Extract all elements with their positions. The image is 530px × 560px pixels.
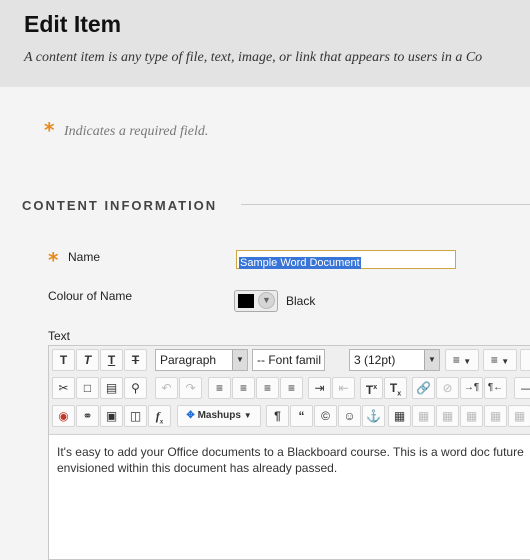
table-merge-icon[interactable]: ▦ [484, 405, 507, 427]
subscript-icon[interactable]: Tx [384, 377, 407, 399]
copyright-icon[interactable]: © [314, 405, 337, 427]
mashups-icon: ✥ [186, 410, 195, 421]
bold-button[interactable]: T [52, 349, 75, 371]
paragraph-select-value: Paragraph [160, 353, 217, 367]
align-left-icon[interactable]: ≡ [208, 377, 231, 399]
media-icon[interactable]: ◫ [124, 405, 147, 427]
underline-button[interactable]: T [100, 349, 123, 371]
section-title: CONTENT INFORMATION [22, 198, 218, 213]
text-editor[interactable]: T T T T Paragraph ▼ -- Font famil 3 (12p… [48, 345, 530, 560]
table-column-icon[interactable]: ▦ [436, 405, 459, 427]
paragraph-select[interactable]: Paragraph ▼ [155, 349, 248, 371]
outdent-icon[interactable]: ⇤ [332, 377, 355, 399]
required-note: * Indicates a required field. [44, 118, 208, 142]
attach-file-icon[interactable]: ⚭ [76, 405, 99, 427]
page-title: Edit Item [24, 11, 122, 37]
record-icon[interactable]: ◉ [52, 405, 75, 427]
horizontal-rule-icon[interactable]: — [514, 377, 530, 399]
align-justify-icon[interactable]: ≡ [280, 377, 303, 399]
unlink-icon[interactable]: ⊘ [436, 377, 459, 399]
ltr-icon[interactable]: →¶ [460, 377, 483, 399]
name-required-icon: * [48, 248, 59, 272]
required-note-text: Indicates a required field. [64, 124, 209, 139]
font-size-select-value: 3 (12pt) [354, 353, 396, 367]
blockquote-icon[interactable]: “ [290, 405, 313, 427]
font-size-select[interactable]: 3 (12pt) ▼ [349, 349, 440, 371]
mashups-button[interactable]: ✥ Mashups ▼ [177, 405, 261, 427]
chevron-down-icon: ▼ [258, 292, 275, 309]
cut-icon[interactable]: ✂ [52, 377, 75, 399]
chevron-down-icon: ▼ [243, 411, 252, 420]
numbered-list-button[interactable]: ≡ ▼ [483, 349, 517, 371]
font-family-select[interactable]: -- Font famil [252, 349, 325, 371]
table-cell-icon[interactable]: ▦ [460, 405, 483, 427]
paragraph-mark-icon[interactable]: ¶ [266, 405, 289, 427]
editor-content[interactable]: It's easy to add your Office documents t… [57, 444, 527, 476]
colour-value: Black [286, 294, 316, 308]
table-split-icon[interactable]: ▦ [508, 405, 530, 427]
colour-label: Colour of Name [48, 289, 133, 303]
redo-icon[interactable]: ↷ [179, 377, 202, 399]
link-icon[interactable]: 🔗 [412, 377, 435, 399]
name-input[interactable]: Sample Word Document [236, 250, 456, 269]
align-right-icon[interactable]: ≡ [256, 377, 279, 399]
emoticon-icon[interactable]: ☺ [338, 405, 361, 427]
anchor-icon[interactable]: ⚓ [362, 405, 385, 427]
strikethrough-button[interactable]: T [124, 349, 147, 371]
find-icon[interactable]: ⚲ [124, 377, 147, 399]
colour-picker-button[interactable]: ▼ [234, 290, 278, 312]
bullet-list-button[interactable]: ≡ ▼ [445, 349, 479, 371]
page-description: A content item is any type of file, text… [24, 50, 483, 65]
image-icon[interactable]: ▣ [100, 405, 123, 427]
chevron-down-icon: ▼ [424, 350, 439, 370]
formula-icon[interactable]: fx [148, 405, 171, 427]
italic-button[interactable]: T [76, 349, 99, 371]
name-label: Name [68, 250, 101, 264]
chevron-down-icon: ▼ [232, 350, 247, 370]
more-button[interactable] [520, 349, 530, 371]
table-row-icon[interactable]: ▦ [412, 405, 435, 427]
text-label: Text [48, 329, 71, 343]
font-family-select-value: -- Font famil [257, 353, 322, 367]
section-divider [241, 204, 530, 205]
required-asterisk-icon: * [44, 118, 55, 142]
colour-swatch [238, 294, 254, 308]
superscript-icon[interactable]: Tx [360, 377, 383, 399]
mashups-label: Mashups [197, 410, 241, 421]
undo-icon[interactable]: ↶ [155, 377, 178, 399]
page-header: Edit Item A content item is any type of … [0, 0, 530, 87]
table-icon[interactable]: ▦ [388, 405, 411, 427]
editor-toolbar: T T T T Paragraph ▼ -- Font famil 3 (12p… [49, 346, 530, 435]
paste-icon[interactable]: ▤ [100, 377, 123, 399]
copy-icon[interactable]: □ [76, 377, 99, 399]
indent-icon[interactable]: ⇥ [308, 377, 331, 399]
align-center-icon[interactable]: ≡ [232, 377, 255, 399]
name-input-value: Sample Word Document [239, 257, 361, 269]
rtl-icon[interactable]: ¶← [484, 377, 507, 399]
